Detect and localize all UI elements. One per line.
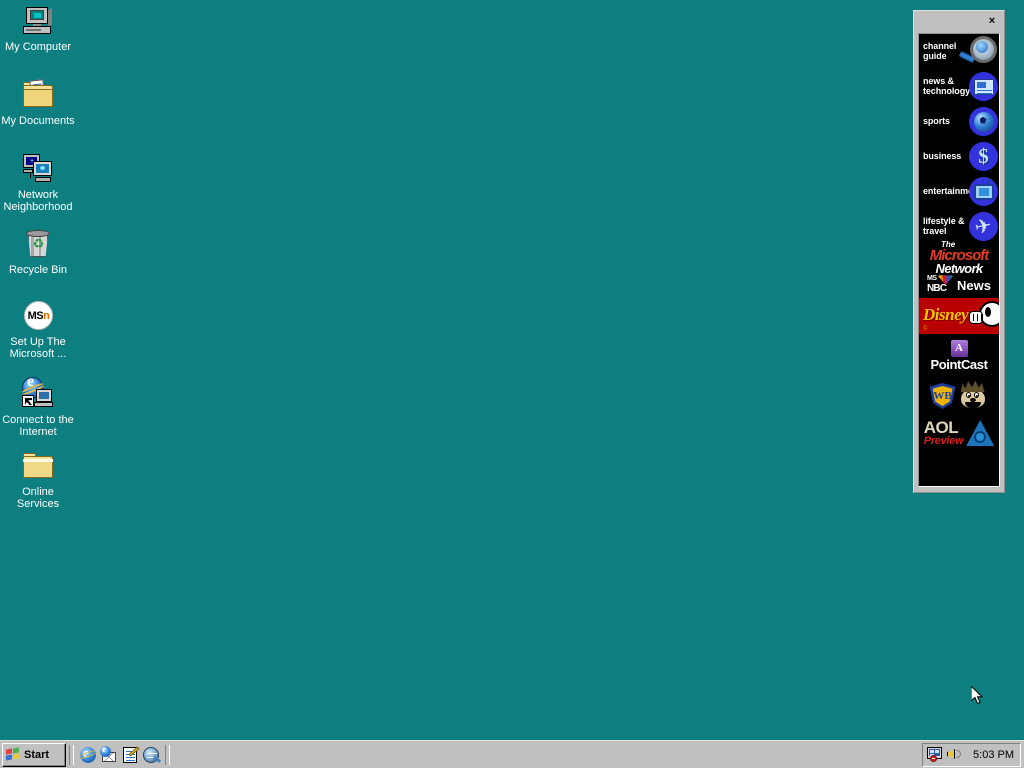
- folder-document-icon: [22, 79, 54, 111]
- start-button[interactable]: Start: [2, 742, 66, 767]
- desktop-icon-my-documents[interactable]: My Documents: [0, 79, 76, 127]
- channel-brand-msnbc[interactable]: MS NBC News: [919, 272, 999, 298]
- channel-bar-content[interactable]: channel guide news & technology sports b…: [918, 33, 1000, 487]
- television-icon: [969, 177, 998, 206]
- taskbar-divider: [165, 744, 170, 765]
- close-icon[interactable]: ×: [984, 14, 1000, 29]
- internet-explorer-icon[interactable]: [77, 745, 99, 764]
- windows-flag-icon: [6, 747, 21, 761]
- mickey-mouse-icon: [969, 299, 999, 333]
- aol-wordmark: AOL: [923, 417, 959, 437]
- channel-brand-pointcast[interactable]: A PointCast: [919, 334, 999, 376]
- pointcast-badge-icon: A: [950, 339, 968, 357]
- taskbar[interactable]: Start 5:03 PM: [0, 740, 1024, 768]
- channel-item-channel-guide[interactable]: channel guide: [919, 34, 999, 69]
- connect-internet-icon: [19, 376, 54, 410]
- airplane-icon: ✈: [969, 212, 998, 241]
- channel-brand-warner-bros[interactable]: WB: [919, 376, 999, 416]
- channel-brand-msn[interactable]: The Microsoft Network: [919, 241, 999, 276]
- desktop-icon-label: Recycle Bin: [8, 264, 68, 276]
- magnifier-globe-icon: [958, 34, 999, 68]
- desktop-icon-online-services[interactable]: Online Services: [0, 450, 76, 510]
- desktop-icon-label: Online Services: [16, 486, 60, 510]
- aol-triangle-icon: [966, 420, 995, 446]
- computer-icon: [22, 5, 54, 37]
- start-button-label: Start: [24, 748, 50, 761]
- channel-item-entertainment[interactable]: entertainment: [919, 174, 999, 209]
- desktop-icon-recycle-bin[interactable]: ♻ Recycle Bin: [0, 228, 76, 276]
- soccer-ball-icon: [969, 107, 998, 136]
- wb-initials: WB: [933, 390, 952, 402]
- desktop-icon-label: Network Neighborhood: [3, 189, 73, 213]
- monitor-icon[interactable]: [927, 747, 943, 762]
- aol-preview-text: Preview: [923, 434, 964, 447]
- dollar-sign-icon: $: [969, 142, 998, 171]
- desktop-icon-set-up-msn[interactable]: MS n Set Up The Microsoft ...: [0, 300, 76, 360]
- msnbc-nbc: NBC: [927, 283, 947, 294]
- msnbc-news: News: [957, 277, 991, 293]
- desktop-icon-label: My Computer: [4, 41, 72, 53]
- channel-item-sports[interactable]: sports: [919, 104, 999, 139]
- taskbar-divider: [69, 744, 74, 765]
- network-icon: [22, 153, 54, 185]
- folder-icon: [22, 450, 54, 482]
- desktop-icon-label: Connect to the Internet: [2, 414, 74, 438]
- channel-item-news-technology[interactable]: news & technology: [919, 69, 999, 104]
- channel-brand-disney[interactable]: Disney ©: [919, 298, 999, 334]
- mouse-cursor: [971, 686, 984, 705]
- quick-launch-bar[interactable]: [77, 744, 162, 764]
- pointcast-badge-letter: A: [955, 341, 963, 354]
- disney-copyright: ©: [923, 326, 928, 332]
- desktop-icon-network-neighborhood[interactable]: Network Neighborhood: [0, 153, 76, 213]
- desktop-icon-my-computer[interactable]: My Computer: [0, 5, 76, 53]
- view-channels-icon[interactable]: [142, 746, 162, 764]
- show-desktop-icon[interactable]: [121, 745, 140, 764]
- channel-item-business[interactable]: business $: [919, 139, 999, 174]
- disney-wordmark: Disney: [923, 305, 969, 324]
- nbc-peacock-icon: MS NBC: [927, 275, 954, 295]
- desktop-surface[interactable]: My Computer My Documents Network Neighbo…: [0, 0, 914, 740]
- msn-icon: MS n: [22, 300, 54, 332]
- recycle-bin-icon: ♻: [22, 228, 54, 260]
- clock[interactable]: 5:03 PM: [967, 749, 1016, 761]
- channel-bar-titlebar: ×: [914, 11, 1004, 33]
- outlook-express-icon[interactable]: [100, 744, 118, 764]
- channel-item-lifestyle-travel[interactable]: lifestyle & travel ✈: [919, 209, 999, 244]
- tasmanian-devil-icon: [957, 380, 989, 412]
- msnbc-ms: MS: [927, 275, 937, 282]
- system-tray[interactable]: 5:03 PM: [922, 742, 1021, 767]
- desktop-icon-connect-to-the-internet[interactable]: Connect to the Internet: [0, 376, 76, 438]
- desktop-icon-label: Set Up The Microsoft ...: [9, 336, 67, 360]
- warner-bros-shield-icon: WB: [929, 383, 956, 409]
- channel-brand-aol[interactable]: AOL Preview: [919, 416, 999, 450]
- pointcast-wordmark: PointCast: [930, 356, 988, 372]
- speaker-icon[interactable]: [947, 747, 963, 762]
- newspaper-icon: [969, 72, 998, 101]
- desktop-icon-label: My Documents: [1, 115, 75, 127]
- channel-bar[interactable]: × channel guide news & technology sports…: [913, 10, 1005, 493]
